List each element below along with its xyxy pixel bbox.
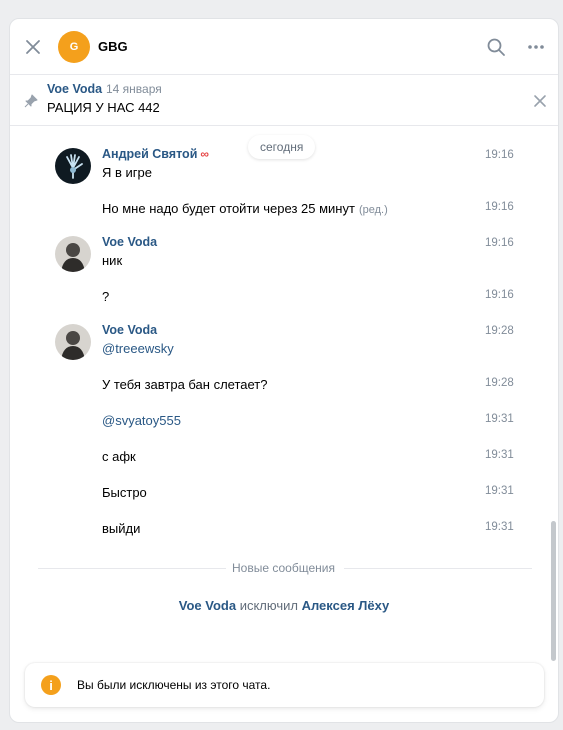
xray-hand-avatar-icon	[55, 148, 91, 184]
user-photo-avatar-icon	[55, 236, 91, 272]
message-text: выйди	[102, 521, 141, 536]
message-text: У тебя завтра бан слетает?	[102, 377, 268, 392]
notice-text: Вы были исключены из этого чата.	[77, 678, 271, 692]
scrollbar-thumb[interactable]	[551, 521, 556, 661]
message-text: Быстро	[102, 485, 147, 500]
date-separator: сегодня	[248, 135, 316, 159]
message-author[interactable]: Voe Voda	[102, 323, 157, 337]
message-time: 19:16	[485, 149, 514, 161]
message-text: ник	[102, 253, 123, 268]
pinned-author[interactable]: Voe Voda	[47, 82, 102, 96]
unpin-button[interactable]	[532, 93, 548, 109]
message-text: Я в игре	[102, 165, 152, 180]
message-text: с афк	[102, 449, 136, 464]
edited-label: (ред.)	[358, 204, 388, 216]
message-time: 19:28	[485, 325, 514, 337]
message-author[interactable]: Voe Voda	[102, 235, 157, 249]
message-time: 19:31	[485, 413, 514, 425]
mention-link[interactable]: @svyatoy555	[102, 413, 181, 428]
message-time: 19:28	[485, 377, 514, 389]
search-button[interactable]	[486, 37, 506, 57]
avatar[interactable]	[55, 148, 91, 184]
system-message: Voe Voda исключил Алексея Лёху	[178, 598, 390, 613]
pin-icon	[24, 94, 38, 108]
chat-header: G GBG	[10, 19, 558, 75]
close-icon	[534, 95, 546, 107]
infinity-badge-icon: ∞	[200, 147, 209, 161]
more-button[interactable]	[526, 37, 546, 57]
message-list: сегодня Андрей Святой ∞ 19:16 Я в игре Но…	[10, 126, 558, 666]
close-icon	[26, 40, 40, 54]
excluded-notice: i Вы были исключены из этого чата.	[25, 663, 544, 707]
new-messages-label: Новые сообщения	[232, 561, 335, 575]
chat-avatar[interactable]: G	[58, 31, 90, 63]
system-target-link[interactable]: Алексея Лёху	[302, 598, 390, 613]
search-icon	[487, 38, 505, 56]
avatar[interactable]	[55, 324, 91, 360]
divider-line	[38, 568, 226, 569]
message-time: 19:31	[485, 449, 514, 461]
close-chat-button[interactable]	[23, 37, 43, 57]
pinned-message[interactable]: Voe Voda 14 января РАЦИЯ У НАС 442	[10, 75, 558, 126]
message-time: 19:31	[485, 521, 514, 533]
avatar[interactable]	[55, 236, 91, 272]
more-dots-icon	[528, 45, 544, 49]
mention-link[interactable]: @treeewsky	[102, 341, 174, 356]
chat-window: G GBG Voe Voda 14 января РАЦИЯ У НАС 442…	[9, 18, 559, 723]
message-time: 19:16	[485, 201, 514, 213]
message-text: Но мне надо будет отойти через 25 минут(…	[102, 201, 388, 216]
pinned-date: 14 января	[106, 82, 162, 96]
message-time: 19:16	[485, 289, 514, 301]
pinned-text: РАЦИЯ У НАС 442	[47, 100, 160, 115]
message-time: 19:16	[485, 237, 514, 249]
chat-title[interactable]: GBG	[98, 39, 128, 54]
info-icon: i	[41, 675, 61, 695]
divider-line	[344, 568, 532, 569]
user-photo-avatar-icon	[55, 324, 91, 360]
message-text: ?	[102, 289, 110, 304]
message-author[interactable]: Андрей Святой ∞	[102, 147, 209, 161]
message-time: 19:31	[485, 485, 514, 497]
system-actor-link[interactable]: Voe Voda	[179, 598, 236, 613]
